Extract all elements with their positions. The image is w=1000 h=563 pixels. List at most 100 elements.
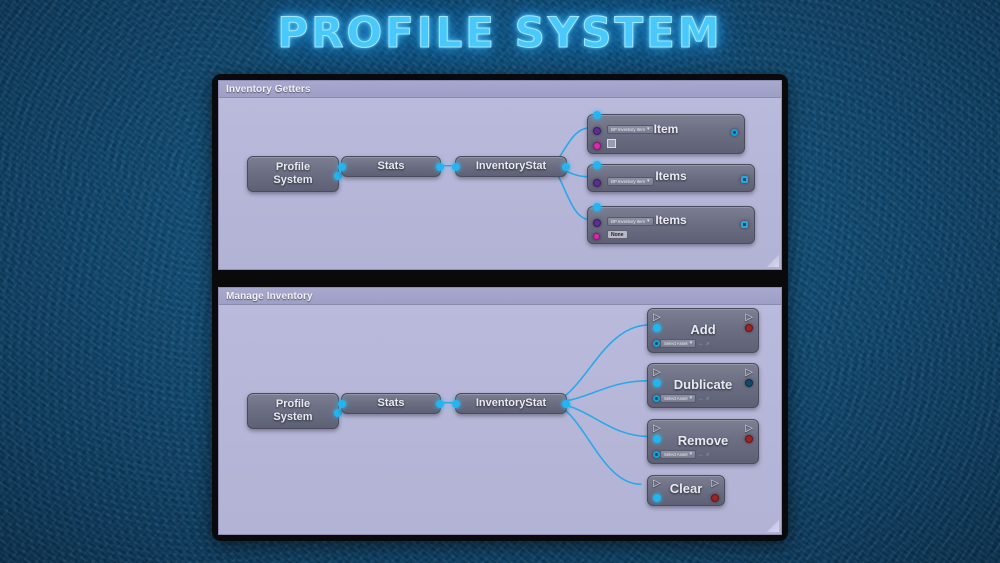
input-pin-cyan[interactable] — [452, 163, 460, 171]
panel-header-inventory-getters: Inventory Getters — [219, 81, 781, 98]
asset-row-remove[interactable]: Select Asset ▾ ← ⌕ — [660, 450, 709, 459]
chevron-down-icon: ▾ — [689, 340, 693, 346]
input-pin-asset[interactable] — [653, 395, 660, 402]
output-pin-cyan[interactable] — [436, 163, 444, 171]
search-icon[interactable]: ⌕ — [706, 396, 709, 402]
exec-output-icon[interactable]: ▷ — [711, 479, 719, 489]
node-title: InventoryStat — [475, 396, 547, 409]
output-pin-red[interactable] — [711, 494, 719, 502]
output-pin-array[interactable] — [741, 221, 748, 228]
chevron-down-icon: ▾ — [646, 126, 650, 132]
input-pin-object[interactable] — [593, 127, 601, 135]
node-items-2[interactable]: Items BP Inventory Item ▾ None — [587, 203, 755, 244]
panel-title: Manage Inventory — [226, 290, 313, 302]
output-pin-cyan[interactable] — [436, 400, 444, 408]
node-title: Add — [690, 322, 716, 337]
output-pin-red[interactable] — [745, 435, 753, 443]
panel-inventory-getters: Inventory Getters Profile System Stats I… — [218, 80, 782, 270]
node-title: Stats — [377, 396, 405, 409]
output-pin-cyan[interactable] — [562, 163, 570, 171]
input-pin-cyan[interactable] — [338, 163, 346, 171]
exec-input-icon[interactable]: ▷ — [653, 368, 661, 378]
asset-picker-dropdown[interactable]: Select Asset ▾ — [660, 339, 697, 348]
output-pin-array[interactable] — [741, 176, 748, 183]
graph-canvas-manage[interactable]: Profile System Stats InventoryStat ▷ ▷ A… — [219, 305, 781, 534]
panel-title: Inventory Getters — [226, 83, 311, 95]
node-stats[interactable]: Stats — [338, 393, 444, 414]
value-chip-none[interactable]: None — [607, 230, 628, 239]
combo-row-items-1[interactable]: BP Inventory Item ▾ — [607, 177, 654, 186]
exec-output-icon[interactable]: ▷ — [745, 313, 753, 323]
class-picker-dropdown[interactable]: BP Inventory Item ▾ — [607, 217, 654, 226]
asset-row-dublicate[interactable]: Select Asset ▾ ← ⌕ — [660, 394, 709, 403]
input-pin-bool[interactable] — [593, 142, 601, 150]
asset-picker-dropdown[interactable]: Select Asset ▾ — [660, 450, 697, 459]
node-inventory-stat[interactable]: InventoryStat — [452, 393, 570, 414]
output-pin-red[interactable] — [745, 324, 753, 332]
exec-output-icon[interactable]: ▷ — [745, 368, 753, 378]
input-pin-object[interactable] — [593, 219, 601, 227]
input-pin-cyan[interactable] — [452, 400, 460, 408]
node-item[interactable]: Item BP Inventory Item ▾ — [587, 111, 745, 154]
asset-picker-dropdown[interactable]: Select Asset ▾ — [660, 394, 697, 403]
input-pin-cyan[interactable] — [653, 379, 661, 387]
input-pin-object[interactable] — [593, 179, 601, 187]
node-inventory-stat[interactable]: InventoryStat — [452, 156, 570, 177]
node-dublicate[interactable]: ▷ ▷ Dublicate Select Asset ▾ ← ⌕ — [647, 363, 759, 408]
browse-back-icon[interactable]: ← — [698, 396, 704, 402]
combo-row-items-2[interactable]: BP Inventory Item ▾ — [607, 217, 654, 226]
input-pin-name[interactable] — [593, 233, 600, 240]
node-title: Dublicate — [673, 377, 733, 392]
chevron-down-icon: ▾ — [646, 218, 650, 224]
node-title: Remove — [677, 433, 729, 448]
node-clear[interactable]: ▷ ▷ Clear — [647, 475, 725, 506]
input-pin-asset[interactable] — [653, 451, 660, 458]
input-pin-exec-cyan[interactable] — [593, 111, 601, 119]
input-pin-cyan[interactable] — [653, 494, 661, 502]
browse-back-icon[interactable]: ← — [698, 341, 704, 347]
node-add[interactable]: ▷ ▷ Add Select Asset ▾ ← ⌕ — [647, 308, 759, 353]
node-title: Profile System — [273, 160, 313, 186]
search-icon[interactable]: ⌕ — [706, 341, 709, 347]
input-pin-asset[interactable] — [653, 340, 660, 347]
node-profile-system[interactable]: Profile System — [247, 156, 342, 192]
class-picker-label: BP Inventory Item — [611, 178, 645, 185]
exec-input-icon[interactable]: ▷ — [653, 479, 661, 489]
panel-header-manage-inventory: Manage Inventory — [219, 288, 781, 305]
class-picker-dropdown[interactable]: BP Inventory Item ▾ — [607, 125, 654, 134]
asset-row-add[interactable]: Select Asset ▾ ← ⌕ — [660, 339, 709, 348]
node-remove[interactable]: ▷ ▷ Remove Select Asset ▾ ← ⌕ — [647, 419, 759, 464]
exec-output-icon[interactable]: ▷ — [745, 424, 753, 434]
chevron-down-icon: ▾ — [689, 451, 693, 457]
chevron-down-icon: ▾ — [646, 178, 650, 184]
node-items-1[interactable]: Items BP Inventory Item ▾ — [587, 161, 755, 192]
panel-manage-inventory: Manage Inventory Profile System Stats In… — [218, 287, 782, 535]
node-stats[interactable]: Stats — [338, 156, 444, 177]
input-pin-exec-cyan[interactable] — [593, 203, 601, 211]
asset-picker-label: Select Asset — [664, 340, 688, 347]
search-icon[interactable]: ⌕ — [706, 452, 709, 458]
input-pin-cyan[interactable] — [653, 435, 661, 443]
node-title: Profile System — [273, 397, 313, 423]
browse-back-icon[interactable]: ← — [698, 452, 704, 458]
node-title: Stats — [377, 159, 405, 172]
input-pin-cyan[interactable] — [653, 324, 661, 332]
node-profile-system[interactable]: Profile System — [247, 393, 342, 429]
asset-picker-label: Select Asset — [664, 395, 688, 402]
graph-canvas-getters[interactable]: Profile System Stats InventoryStat Item — [219, 98, 781, 269]
exec-input-icon[interactable]: ▷ — [653, 313, 661, 323]
checkbox-input[interactable] — [607, 139, 616, 148]
checkbox-row-item[interactable] — [607, 139, 616, 148]
input-pin-exec-cyan[interactable] — [593, 161, 601, 169]
exec-input-icon[interactable]: ▷ — [653, 424, 661, 434]
chip-row-items-2[interactable]: None — [607, 230, 628, 239]
node-title: InventoryStat — [475, 159, 547, 172]
asset-picker-label: Select Asset — [664, 451, 688, 458]
combo-row-item[interactable]: BP Inventory Item ▾ — [607, 125, 654, 134]
input-pin-cyan[interactable] — [338, 400, 346, 408]
class-picker-dropdown[interactable]: BP Inventory Item ▾ — [607, 177, 654, 186]
blueprint-window: Inventory Getters Profile System Stats I… — [212, 74, 788, 541]
output-pin-object[interactable] — [745, 379, 753, 387]
output-pin-cyan[interactable] — [562, 400, 570, 408]
output-pin-struct[interactable] — [731, 129, 738, 136]
